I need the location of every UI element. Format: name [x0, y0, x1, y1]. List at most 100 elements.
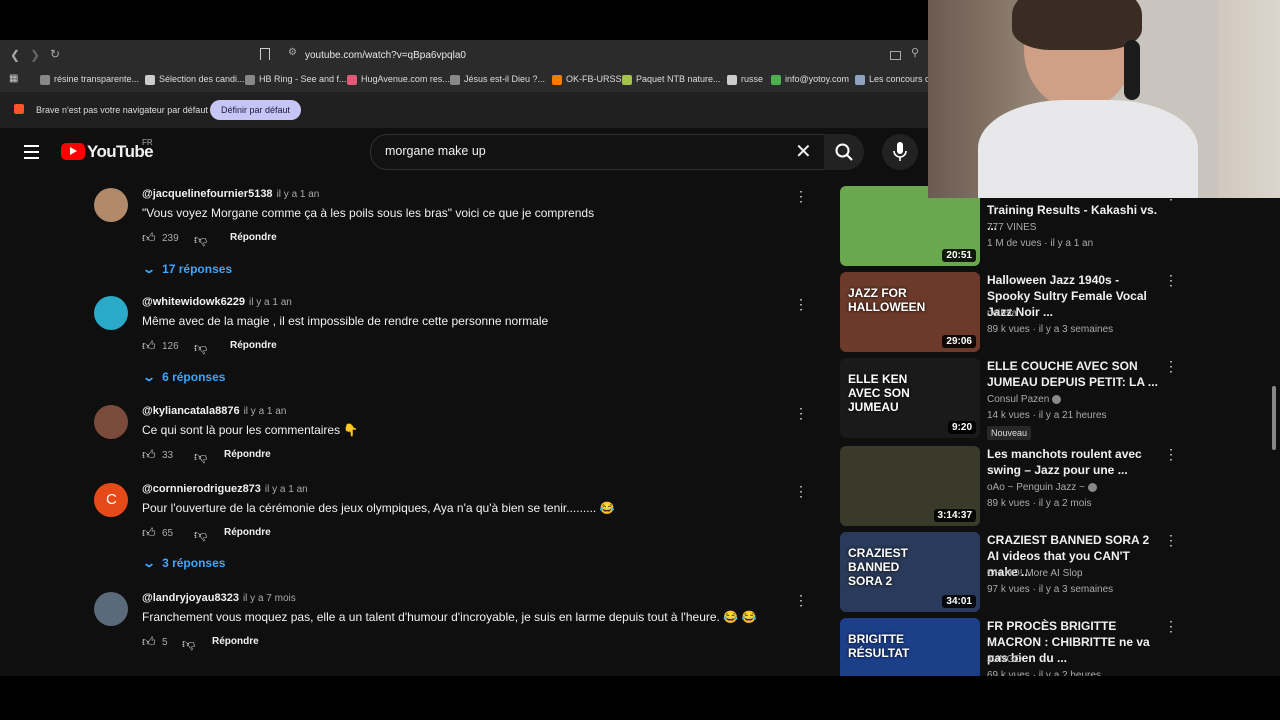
video-channel[interactable]: oAo ~ Penguin Jazz ~ — [987, 482, 1097, 493]
channel-name[interactable]: oAo ~ Penguin Jazz ~ — [987, 482, 1085, 493]
related-video[interactable]: CRAZIEST BANNED SORA 2 34:01 CRAZIEST BANN… — [840, 532, 1180, 612]
related-video[interactable]: BRIGITTE RÉSULTAT FR PROCÈS BRIGITTE MACR… — [840, 618, 1180, 676]
scrollbar-thumb[interactable] — [1272, 386, 1276, 450]
clear-search-icon[interactable]: ✕ — [795, 139, 812, 164]
dislike-icon[interactable]: 👎︎ — [194, 527, 207, 543]
related-video[interactable]: 20:51Kakashi Evaluates Naruto's Training… — [840, 186, 1180, 266]
channel-name[interactable]: OH NO! More AI Slop — [987, 568, 1083, 579]
bookmark-item[interactable]: Paquet NTB nature... — [622, 74, 721, 85]
video-more-icon[interactable]: ⋮ — [1164, 358, 1178, 375]
view-replies-button[interactable]: ⌄ 17 réponses — [142, 262, 232, 276]
comment-time[interactable]: il y a 1 an — [277, 189, 320, 200]
video-thumbnail[interactable]: JAZZ FOR HALLOWEEN 29:06 — [840, 272, 980, 352]
bookmark-item[interactable]: Jésus est-il Dieu ?... — [450, 74, 545, 85]
video-thumbnail[interactable]: ELLE KEN AVEC SON JUMEAU 9:20 — [840, 358, 980, 438]
reply-button[interactable]: Répondre — [224, 527, 271, 538]
video-channel[interactable]: noirela — [987, 308, 1017, 319]
video-thumbnail[interactable]: BRIGITTE RÉSULTAT — [840, 618, 980, 676]
like-icon[interactable]: 👍︎ — [142, 338, 156, 354]
menu-icon[interactable] — [24, 145, 39, 159]
avatar[interactable] — [94, 188, 128, 222]
comment-time[interactable]: il y a 1 an — [265, 484, 308, 495]
forward-icon[interactable]: ❯ — [30, 48, 40, 62]
channel-name[interactable]: noirela — [987, 308, 1017, 319]
video-channel[interactable]: 777 VINES — [987, 222, 1036, 233]
view-replies-button[interactable]: ⌄ 6 réponses — [142, 370, 225, 384]
reply-button[interactable]: Répondre — [212, 636, 259, 647]
comment-time[interactable]: il y a 1 an — [249, 297, 292, 308]
like-icon[interactable]: 👍︎ — [142, 447, 156, 463]
reply-button[interactable]: Répondre — [224, 449, 271, 460]
like-icon[interactable]: 👍︎ — [142, 525, 156, 541]
video-more-icon[interactable]: ⋮ — [1164, 446, 1178, 463]
view-replies-button[interactable]: ⌄ 3 réponses — [142, 556, 225, 570]
bookmark-item[interactable]: info@yotoy.com — [771, 74, 849, 85]
bookmark-icon[interactable] — [260, 48, 270, 60]
cast-icon[interactable] — [890, 51, 901, 60]
comment-more-icon[interactable]: ⋮ — [794, 296, 808, 313]
channel-name[interactable]: Consul Pazen — [987, 394, 1049, 405]
video-thumbnail[interactable]: 3:14:37 — [840, 446, 980, 526]
bookmark-item[interactable]: Les concours d'a — [855, 74, 937, 85]
dislike-icon[interactable]: 👎︎ — [182, 636, 195, 652]
dislike-icon[interactable]: 👎︎ — [194, 340, 207, 356]
video-title[interactable]: Les manchots roulent avec swing – Jazz p… — [987, 446, 1159, 478]
like-icon[interactable]: 👍︎ — [142, 634, 156, 650]
comment-time[interactable]: il y a 1 an — [244, 406, 287, 417]
comment-username[interactable]: @landryjoyau8323 — [142, 592, 239, 604]
avatar[interactable] — [94, 405, 128, 439]
comment-more-icon[interactable]: ⋮ — [794, 483, 808, 500]
reload-icon[interactable]: ↻ — [50, 47, 60, 61]
set-default-button[interactable]: Définir par défaut — [210, 100, 302, 120]
avatar[interactable]: C — [94, 483, 128, 517]
comment-username[interactable]: @cornnierodriguez873 — [142, 483, 261, 495]
video-channel[interactable]: Consul Pazen — [987, 394, 1062, 405]
reply-button[interactable]: Répondre — [230, 340, 277, 351]
video-thumbnail[interactable]: CRAZIEST BANNED SORA 2 34:01 — [840, 532, 980, 612]
back-icon[interactable]: ❮ — [10, 48, 20, 62]
channel-name[interactable]: 777 VINES — [987, 222, 1036, 233]
video-more-icon[interactable]: ⋮ — [1164, 532, 1178, 549]
channel-name[interactable]: JUNGO — [987, 654, 1022, 665]
dislike-icon[interactable]: 👎︎ — [194, 449, 207, 465]
bookmark-item[interactable]: russe — [727, 74, 763, 85]
comment-author[interactable]: @landryjoyau8323 il y a 7 mois — [142, 592, 296, 604]
comment-username[interactable]: @kyliancatala8876 — [142, 405, 240, 417]
bookmark-item[interactable]: HB Ring - See and f... — [245, 74, 347, 85]
bookmark-item[interactable]: Sélection des candi... — [145, 74, 245, 85]
comment-author[interactable]: @kyliancatala8876 il y a 1 an — [142, 405, 286, 417]
related-video[interactable]: JAZZ FOR HALLOWEEN 29:06 Halloween Jazz 19… — [840, 272, 1180, 352]
video-more-icon[interactable]: ⋮ — [1164, 272, 1178, 289]
video-channel[interactable]: JUNGO — [987, 654, 1022, 665]
comment-more-icon[interactable]: ⋮ — [794, 405, 808, 422]
reply-button[interactable]: Répondre — [230, 232, 277, 243]
bookmark-item[interactable]: HugAvenue.com res... — [347, 74, 450, 85]
comment-username[interactable]: @whitewidowk6229 — [142, 296, 245, 308]
voice-search-button[interactable] — [882, 134, 918, 170]
youtube-logo-icon[interactable] — [61, 143, 85, 160]
site-info-icon[interactable]: ⚙ — [288, 47, 297, 58]
search-button[interactable] — [824, 134, 864, 170]
comment-author[interactable]: @jacquelinefournier5138 il y a 1 an — [142, 188, 319, 200]
comment-more-icon[interactable]: ⋮ — [794, 592, 808, 609]
comment-author[interactable]: @cornnierodriguez873 il y a 1 an — [142, 483, 308, 495]
video-thumbnail[interactable]: 20:51 — [840, 186, 980, 266]
comment-author[interactable]: @whitewidowk6229 il y a 1 an — [142, 296, 292, 308]
url-bar[interactable]: youtube.com/watch?v=qBpa6vpqla0 — [305, 50, 466, 61]
bookmark-item[interactable]: résine transparente... — [40, 74, 139, 85]
video-channel[interactable]: OH NO! More AI Slop — [987, 568, 1083, 579]
dislike-icon[interactable]: 👎︎ — [194, 232, 207, 248]
search-input[interactable]: morgane make up — [385, 144, 486, 158]
like-icon[interactable]: 👍︎ — [142, 230, 156, 246]
avatar[interactable] — [94, 592, 128, 626]
comment-more-icon[interactable]: ⋮ — [794, 188, 808, 205]
comment-time[interactable]: il y a 7 mois — [243, 593, 296, 604]
zoom-icon[interactable]: ⚲ — [911, 46, 919, 59]
apps-grid-icon[interactable]: ▦ — [9, 73, 18, 84]
search-box[interactable]: morgane make up ✕ — [370, 134, 826, 170]
related-video[interactable]: ELLE KEN AVEC SON JUMEAU 9:20 ELLE COUCHE … — [840, 358, 1180, 440]
video-more-icon[interactable]: ⋮ — [1164, 618, 1178, 635]
comment-username[interactable]: @jacquelinefournier5138 — [142, 188, 273, 200]
avatar[interactable] — [94, 296, 128, 330]
video-title[interactable]: ELLE COUCHE AVEC SON JUMEAU DEPUIS PETIT… — [987, 358, 1159, 390]
